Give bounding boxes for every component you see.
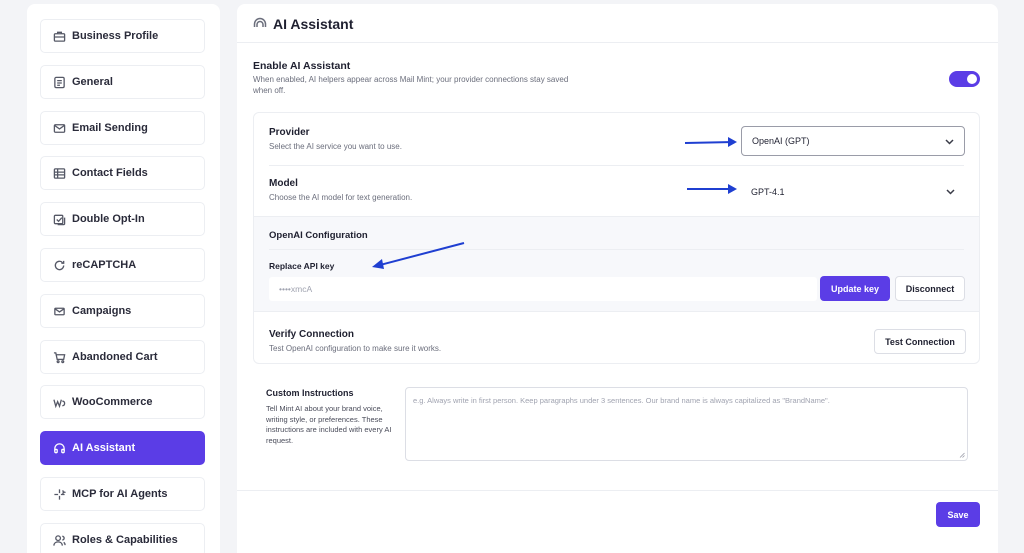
api-key-label: Replace API key xyxy=(269,261,335,271)
disconnect-button[interactable]: Disconnect xyxy=(895,276,965,301)
update-key-button[interactable]: Update key xyxy=(820,276,890,301)
toggle-knob xyxy=(967,74,977,84)
sidebar-item-label: reCAPTCHA xyxy=(72,259,137,271)
model-selected-value: GPT-4.1 xyxy=(751,187,785,197)
enable-ai-description: When enabled, AI helpers appear across M… xyxy=(253,75,569,95)
mail-icon xyxy=(52,121,66,135)
config-title: OpenAI Configuration xyxy=(269,230,368,241)
enable-ai-label: Enable AI Assistant xyxy=(253,60,351,72)
sidebar-item-general[interactable]: General xyxy=(40,65,205,99)
settings-sidebar: Business Profile General Email Sending C… xyxy=(27,4,220,553)
header-divider xyxy=(237,42,998,43)
sidebar-item-email-sending[interactable]: Email Sending xyxy=(40,111,205,145)
sidebar-item-business-profile[interactable]: Business Profile xyxy=(40,19,205,53)
sidebar-item-label: Double Opt-In xyxy=(72,213,145,225)
document-icon xyxy=(52,75,66,89)
grid-icon xyxy=(52,166,66,180)
cart-icon xyxy=(52,350,66,364)
sidebar-item-label: Contact Fields xyxy=(72,167,148,179)
annotation-arrow-provider xyxy=(684,137,737,147)
sidebar-item-label: General xyxy=(72,76,113,88)
model-label: Model xyxy=(269,178,298,189)
annotation-arrow-api-key xyxy=(372,242,465,269)
double-opt-in-icon xyxy=(52,212,66,226)
footer-divider xyxy=(237,490,998,491)
woocommerce-icon xyxy=(52,395,66,409)
sidebar-item-label: Abandoned Cart xyxy=(72,351,158,363)
custom-instructions-placeholder: e.g. Always write in first person. Keep … xyxy=(413,396,830,405)
test-connection-button[interactable]: Test Connection xyxy=(874,329,966,354)
chevron-down-icon xyxy=(945,186,956,197)
provider-description: Select the AI service you want to use. xyxy=(269,142,402,151)
verify-connection-description: Test OpenAI configuration to make sure i… xyxy=(269,344,442,353)
sidebar-item-label: Campaigns xyxy=(72,305,132,317)
custom-instructions-textarea[interactable]: e.g. Always write in first person. Keep … xyxy=(405,387,968,461)
save-button[interactable]: Save xyxy=(936,502,980,527)
sidebar-item-woocommerce[interactable]: WooCommerce xyxy=(40,385,205,419)
sidebar-item-recaptcha[interactable]: reCAPTCHA xyxy=(40,248,205,282)
resize-handle-icon[interactable] xyxy=(959,452,965,458)
chevron-down-icon xyxy=(944,136,955,147)
row-divider xyxy=(269,165,964,166)
ai-assistant-panel: AI Assistant Enable AI Assistant When en… xyxy=(237,4,998,553)
annotation-arrow-model xyxy=(687,184,737,194)
sidebar-item-label: Business Profile xyxy=(72,30,159,42)
sidebar-item-label: Roles & Capabilities xyxy=(72,534,178,546)
sidebar-item-mcp-for-ai-agents[interactable]: MCP for AI Agents xyxy=(40,477,205,511)
sidebar-item-contact-fields[interactable]: Contact Fields xyxy=(40,156,205,190)
verify-connection-label: Verify Connection xyxy=(269,329,355,340)
model-select[interactable]: GPT-4.1 xyxy=(741,177,965,207)
sidebar-item-campaigns[interactable]: Campaigns xyxy=(40,294,205,328)
sidebar-item-abandoned-cart[interactable]: Abandoned Cart xyxy=(40,340,205,374)
model-description: Choose the AI model for text generation. xyxy=(269,193,413,202)
openai-configuration-section: OpenAI Configuration Replace API key •••… xyxy=(254,216,979,312)
users-icon xyxy=(52,533,66,547)
sidebar-item-label: AI Assistant xyxy=(72,442,136,454)
page-header: AI Assistant xyxy=(253,16,353,32)
api-key-input[interactable]: ••••xmcA xyxy=(269,277,817,301)
sidebar-item-label: Email Sending xyxy=(72,122,148,134)
envelope-icon xyxy=(52,304,66,318)
custom-instructions-description: Tell Mint AI about your brand voice, wri… xyxy=(266,404,392,445)
provider-label: Provider xyxy=(269,127,310,138)
briefcase-icon xyxy=(52,29,66,43)
custom-instructions-label: Custom Instructions xyxy=(266,388,354,398)
sidebar-item-label: WooCommerce xyxy=(72,396,153,408)
sidebar-item-label: MCP for AI Agents xyxy=(72,488,168,500)
page-title: AI Assistant xyxy=(273,16,354,32)
sidebar-item-roles-capabilities[interactable]: Roles & Capabilities xyxy=(40,523,205,553)
sidebar-item-double-opt-in[interactable]: Double Opt-In xyxy=(40,202,205,236)
provider-select[interactable]: OpenAI (GPT) xyxy=(741,126,965,156)
ai-assistant-header-icon xyxy=(253,17,267,27)
ai-assistant-icon xyxy=(52,441,66,455)
recaptcha-icon xyxy=(52,258,66,272)
sidebar-item-ai-assistant[interactable]: AI Assistant xyxy=(40,431,205,465)
sparkle-icon xyxy=(52,487,66,501)
enable-ai-toggle[interactable] xyxy=(949,71,980,87)
provider-selected-value: OpenAI (GPT) xyxy=(752,136,810,146)
provider-settings-card: Provider Select the AI service you want … xyxy=(253,112,980,364)
